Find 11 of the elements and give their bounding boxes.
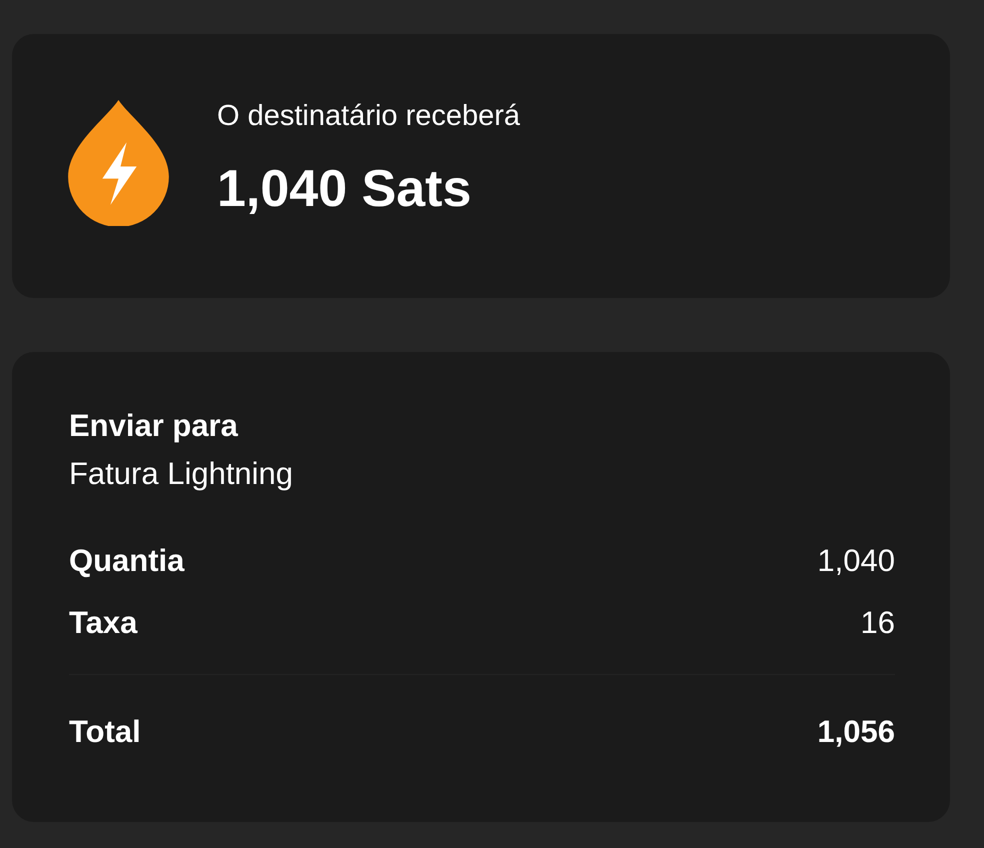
amount-text: 1,040 Sats xyxy=(217,158,472,218)
lightning-drop-icon xyxy=(68,100,169,226)
recipient-label: O destinatário receberá xyxy=(217,100,520,132)
row-value: 16 xyxy=(860,605,895,641)
row-value: 1,056 xyxy=(817,714,895,750)
row-label: Quantia xyxy=(69,543,184,579)
send-to-label: Enviar para xyxy=(69,408,239,444)
row-label: Taxa xyxy=(69,605,138,641)
row-label: Total xyxy=(69,714,141,750)
row-value: 1,040 xyxy=(817,543,895,579)
send-to-value: Fatura Lightning xyxy=(69,456,294,492)
